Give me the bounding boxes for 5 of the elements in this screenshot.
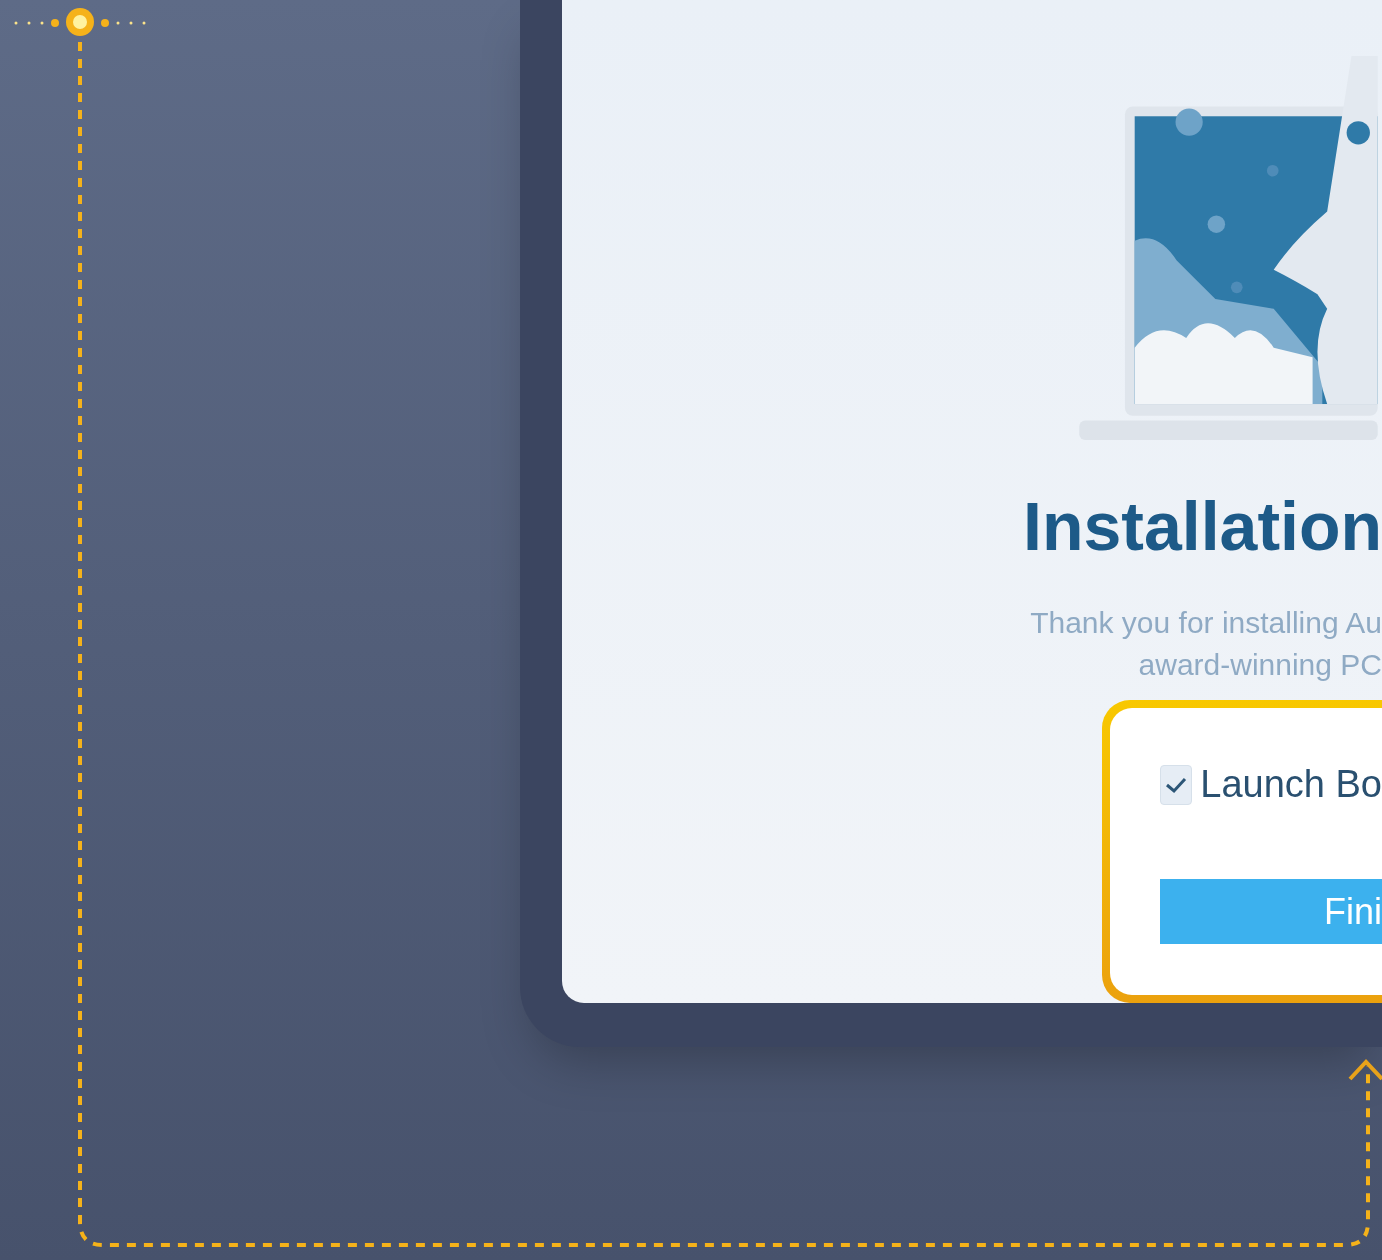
thank-you-message: Thank you for installing Au xyxy=(1030,605,1382,641)
installation-title: Installation xyxy=(1023,492,1382,560)
thank-you-message: award-winning PC xyxy=(1138,647,1382,683)
launch-checkbox[interactable] xyxy=(1160,764,1193,805)
launch-option-label[interactable]: Launch Bo xyxy=(1200,756,1382,813)
